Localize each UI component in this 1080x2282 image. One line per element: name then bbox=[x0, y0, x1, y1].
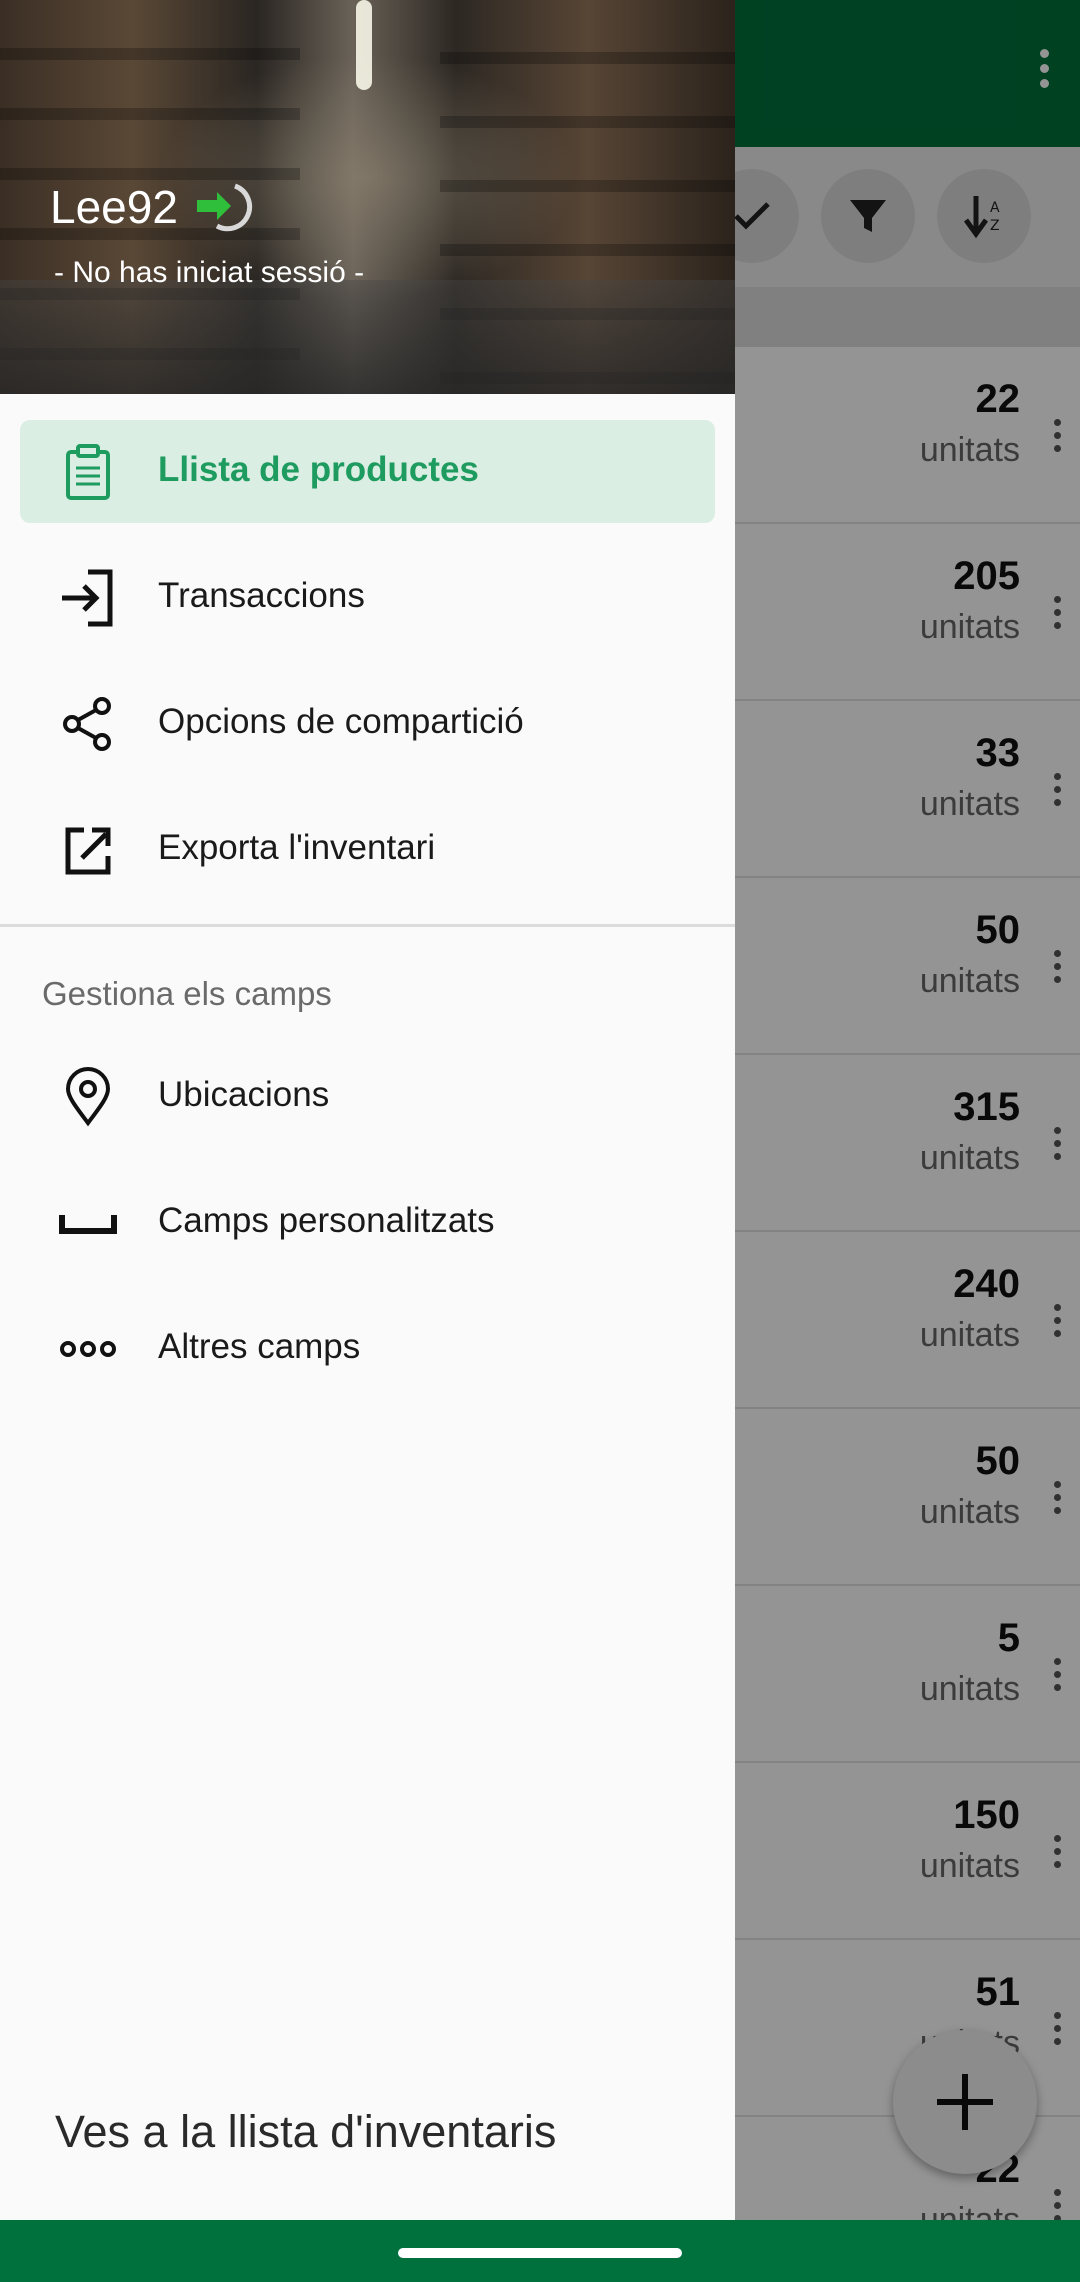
menu-item-sharing-options[interactable]: Opcions de compartició bbox=[20, 672, 715, 775]
custom-field-icon bbox=[59, 1215, 117, 1234]
home-gesture-handle[interactable] bbox=[398, 2248, 682, 2258]
menu-item-product-list[interactable]: Llista de productes bbox=[20, 420, 715, 523]
username: Lee92 bbox=[50, 181, 178, 233]
menu-item-custom-fields[interactable]: Camps personalitzats bbox=[20, 1171, 715, 1274]
menu-item-label: Ubicacions bbox=[158, 1075, 330, 1114]
menu-item-label: Transaccions bbox=[158, 576, 365, 615]
login-status: - No has iniciat sessió - bbox=[54, 256, 365, 289]
menu-item-label: Opcions de compartició bbox=[158, 702, 524, 741]
more-circles-icon bbox=[60, 1341, 116, 1357]
menu-item-label: Llista de productes bbox=[158, 450, 479, 489]
navigation-drawer: Lee92 - No has iniciat sessió - Llista d… bbox=[0, 0, 735, 2220]
go-to-inventory-list-link[interactable]: Ves a la llista d'inventaris bbox=[55, 2106, 556, 2158]
menu-item-label: Camps personalitzats bbox=[158, 1201, 495, 1240]
menu-item-other-fields[interactable]: Altres camps bbox=[20, 1297, 715, 1400]
menu-item-locations[interactable]: Ubicacions bbox=[20, 1045, 715, 1148]
export-icon bbox=[65, 827, 111, 875]
login-arrow-icon bbox=[62, 569, 113, 627]
drawer-header: Lee92 - No has iniciat sessió - bbox=[0, 0, 735, 394]
share-icon bbox=[63, 697, 111, 751]
section-title: Gestiona els camps bbox=[42, 975, 332, 1012]
drawer-menu: Llista de productes Transaccions Opcions… bbox=[0, 420, 735, 1423]
menu-item-export-inventory[interactable]: Exporta l'inventari bbox=[20, 798, 715, 901]
system-navigation-bar bbox=[0, 2220, 1080, 2282]
clipboard-icon bbox=[66, 444, 110, 500]
menu-item-label: Altres camps bbox=[158, 1327, 361, 1366]
menu-item-label: Exporta l'inventari bbox=[158, 828, 436, 867]
location-pin-icon bbox=[65, 1067, 111, 1127]
sync-login-icon[interactable] bbox=[195, 178, 265, 238]
menu-item-transactions[interactable]: Transaccions bbox=[20, 546, 715, 649]
